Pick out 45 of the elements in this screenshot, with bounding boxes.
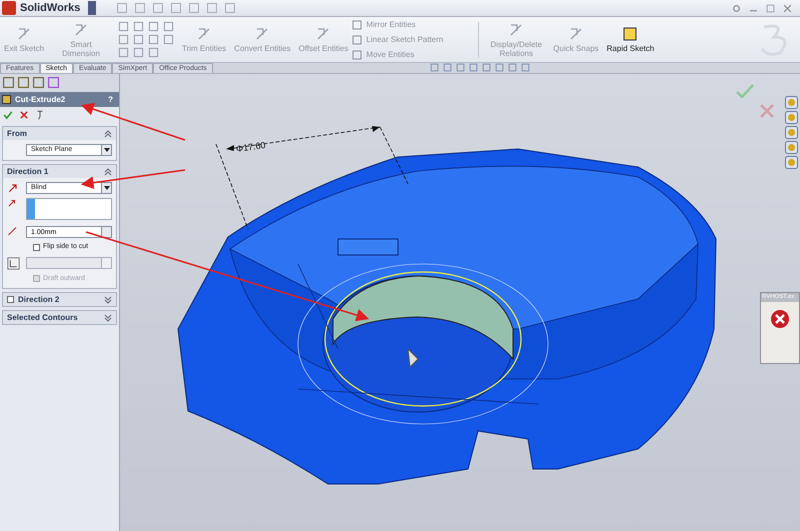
error-icon [770,309,790,329]
help-button[interactable]: ? [108,94,113,106]
entity-tool-icon [254,26,270,42]
collapse-chevron-icon[interactable] [104,130,112,138]
pattern-tool-icon [352,20,362,30]
collapse-chevron-icon[interactable] [104,168,112,176]
dropdown-arrow-icon[interactable] [101,145,111,155]
direction2-checkbox[interactable] [7,296,14,303]
spin-buttons[interactable] [102,257,112,269]
close-icon[interactable] [783,4,792,12]
direction-arrow-icon[interactable] [7,198,17,208]
section-header[interactable]: Direction 1 [3,165,116,178]
dimension-label: Φ17.60 [235,139,266,156]
cut-extrude-icon [2,95,11,104]
depth-icon[interactable] [7,226,19,238]
expand-chevron-icon[interactable] [104,314,112,322]
cancel-x-icon[interactable] [19,110,29,120]
accept-check-icon[interactable] [736,84,754,98]
relation-tool-icon [622,26,638,42]
direction-selection-box[interactable] [26,198,112,220]
sketch-tool-icon [73,22,90,38]
expand-chevron-icon[interactable] [104,296,112,304]
sketch-tool-icon [16,26,32,42]
menu-expander[interactable] [88,1,96,15]
draft-angle-input[interactable] [26,257,102,269]
section-header[interactable]: Selected Contours [3,311,116,324]
draft-icon[interactable] [7,256,20,270]
entity-tool-icon [196,26,212,42]
reject-x-icon[interactable] [760,104,774,118]
pattern-tool-icon [352,34,362,44]
entity-tool-icon [315,26,332,42]
dropdown-arrow-icon[interactable] [101,183,111,193]
app-title: SolidWorks [20,0,80,16]
ok-check-icon[interactable] [3,110,13,120]
spin-buttons[interactable] [102,226,112,238]
pattern-tool-icon [352,50,362,60]
section-header[interactable]: Direction 2 [3,293,116,306]
ribbon-tool[interactable]: Rapid Sketch [602,26,658,53]
reverse-direction-icon[interactable] [7,182,19,194]
app-logo-icon [2,1,16,15]
relation-tool-icon [508,22,524,38]
feature-title: Cut-Extrude2 [15,94,66,106]
section-header[interactable]: From [3,127,116,140]
restore-icon[interactable] [766,4,775,12]
help-icon[interactable] [732,4,741,12]
